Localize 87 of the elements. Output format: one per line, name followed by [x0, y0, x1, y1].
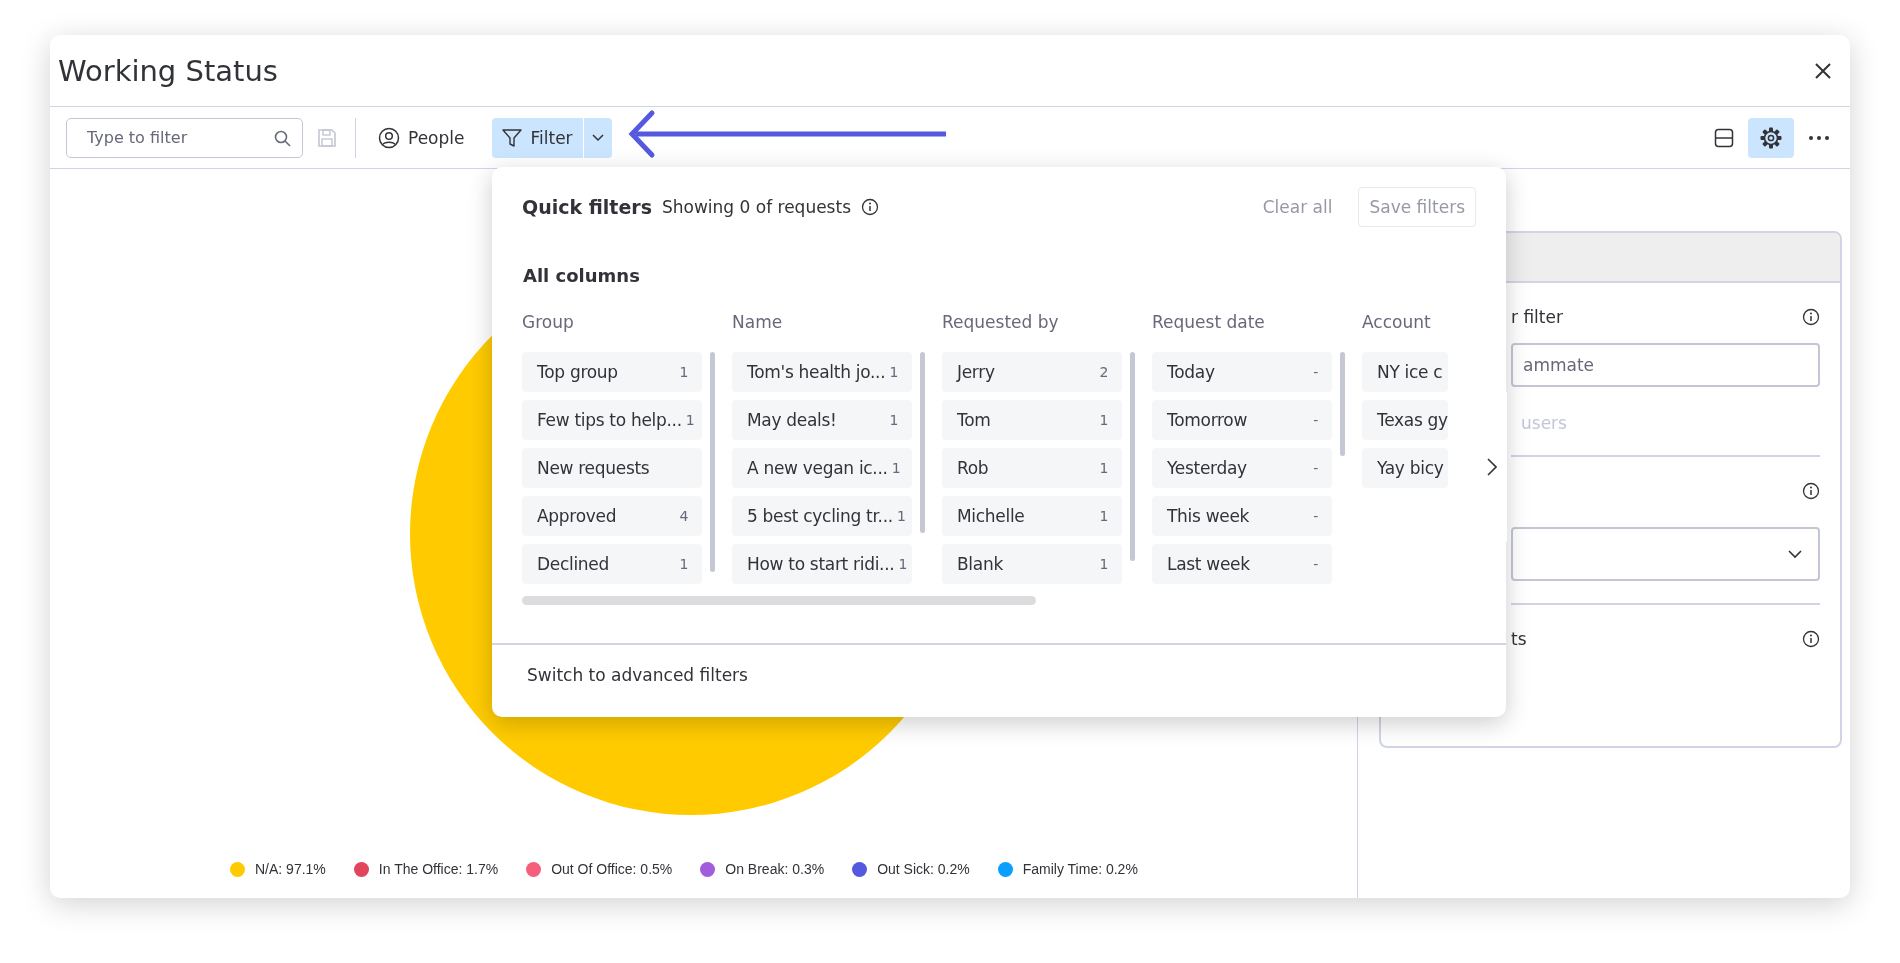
- search-field[interactable]: Type to filter: [66, 117, 303, 158]
- option-count: 1: [1099, 508, 1108, 524]
- legend-label: N/A: 97.1%: [255, 861, 326, 877]
- section-label: ts: [1511, 629, 1527, 649]
- person-icon: [378, 126, 400, 149]
- filter-option[interactable]: Michelle 1: [942, 496, 1122, 536]
- filter-option[interactable]: Tomorrow -: [1152, 400, 1332, 440]
- filter-option[interactable]: Jerry 2: [942, 352, 1122, 392]
- search-icon: [274, 129, 291, 147]
- filter-button[interactable]: Filter: [492, 117, 583, 158]
- more-icon: [1808, 134, 1830, 141]
- option-count: 2: [1099, 364, 1108, 380]
- dropdown-field[interactable]: [1511, 527, 1820, 581]
- filter-option[interactable]: A new vegan ic... 1: [732, 448, 912, 488]
- option-count: 1: [679, 556, 688, 572]
- option-count: -: [1313, 460, 1318, 476]
- option-count: 1: [889, 364, 898, 380]
- option-label: users: [1520, 413, 1568, 433]
- funnel-icon: [502, 127, 523, 148]
- search-field[interactable]: ammate: [1511, 343, 1820, 387]
- split-view-icon: [1714, 127, 1734, 148]
- option-count: 1: [891, 460, 901, 476]
- filter-option[interactable]: This week -: [1152, 496, 1332, 536]
- filter-option[interactable]: Yesterday -: [1152, 448, 1332, 488]
- settings-button[interactable]: [1748, 117, 1794, 158]
- column-heading: Name: [732, 312, 784, 332]
- filter-option[interactable]: Approved 4: [522, 496, 702, 536]
- popup-title: Quick filters: [522, 196, 652, 218]
- chevron-right-icon: [1487, 458, 1497, 476]
- filter-option[interactable]: How to start ridi... 1: [732, 544, 912, 584]
- filter-option[interactable]: Few tips to help... 1: [522, 400, 702, 440]
- option-count: 1: [679, 364, 688, 380]
- filter-option[interactable]: 5 best cycling tr... 1: [732, 496, 912, 536]
- filter-option[interactable]: Blank 1: [942, 544, 1122, 584]
- option-count: -: [1313, 412, 1318, 428]
- people-button[interactable]: People: [370, 120, 473, 155]
- results-summary: Showing 0 of requests: [661, 197, 851, 217]
- option-count: 1: [898, 556, 907, 572]
- legend-label: Out Of Office: 0.5%: [551, 861, 673, 877]
- option-count: -: [1313, 364, 1318, 380]
- option-count: 4: [679, 508, 688, 524]
- option-count: -: [1313, 556, 1318, 572]
- advanced-filters-link[interactable]: Switch to advanced filters: [527, 665, 748, 685]
- column-heading: Request date: [1152, 312, 1266, 332]
- filter-dropdown-button[interactable]: [582, 117, 612, 158]
- info-icon[interactable]: [861, 198, 879, 216]
- option-count: 1: [1099, 556, 1108, 572]
- filter-option[interactable]: Rob 1: [942, 448, 1122, 488]
- filter-option[interactable]: New requests: [522, 448, 702, 488]
- option-count: 1: [1099, 412, 1108, 428]
- filter-option[interactable]: Tom's health jo... 1: [732, 352, 912, 392]
- field-label: r filter: [1511, 307, 1563, 327]
- legend-label: Family Time: 0.2%: [1022, 861, 1138, 877]
- scrollbar[interactable]: [710, 352, 715, 572]
- info-icon[interactable]: [1802, 630, 1820, 648]
- scrollbar[interactable]: [1340, 352, 1345, 456]
- option-count: -: [1313, 508, 1318, 524]
- filter-option[interactable]: Texas gy: [1362, 400, 1448, 440]
- option-count: 1: [685, 412, 695, 428]
- scrollbar[interactable]: [522, 596, 1036, 605]
- option-count: 1: [1099, 460, 1108, 476]
- info-icon[interactable]: [1802, 308, 1820, 326]
- legend-label: In The Office: 1.7%: [378, 861, 499, 877]
- filter-option[interactable]: Tom 1: [942, 400, 1122, 440]
- chevron-down-icon: [1788, 549, 1802, 559]
- filter-option[interactable]: NY ice c: [1362, 352, 1448, 392]
- filter-option[interactable]: Yay bicy: [1362, 448, 1448, 488]
- option-count: 1: [889, 412, 898, 428]
- window-title: Working Status: [58, 53, 278, 88]
- info-icon[interactable]: [1802, 482, 1820, 500]
- filter-option[interactable]: Declined 1: [522, 544, 702, 584]
- section-heading: All columns: [523, 265, 641, 286]
- scrollbar[interactable]: [920, 352, 925, 533]
- column-heading: Account: [1362, 312, 1432, 332]
- settings-icon: [1760, 126, 1782, 149]
- filter-option[interactable]: Top group 1: [522, 352, 702, 392]
- filter-option[interactable]: Today -: [1152, 352, 1332, 392]
- legend-label: Out Sick: 0.2%: [877, 861, 970, 877]
- filter-option[interactable]: May deals! 1: [732, 400, 912, 440]
- legend-label: On Break: 0.3%: [725, 861, 825, 877]
- filter-option[interactable]: Last week -: [1152, 544, 1332, 584]
- column-heading: Requested by: [942, 312, 1060, 332]
- close-icon: [1814, 61, 1832, 80]
- column-heading: Group: [522, 312, 575, 332]
- caret-icon: [591, 133, 604, 142]
- option-count: 1: [896, 508, 906, 524]
- scrollbar[interactable]: [1130, 352, 1135, 561]
